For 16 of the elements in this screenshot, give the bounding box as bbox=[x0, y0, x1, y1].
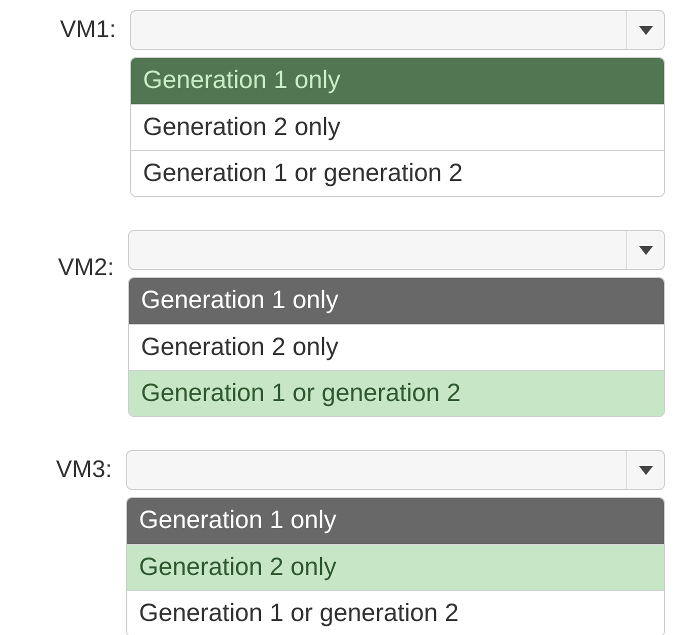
caret-icon bbox=[638, 26, 652, 34]
field-label: VM1: bbox=[60, 15, 118, 45]
field-label: VM3: bbox=[56, 455, 114, 485]
list-option[interactable]: Generation 1 or generation 2 bbox=[131, 150, 664, 196]
dropdown[interactable] bbox=[130, 10, 665, 50]
list-header[interactable]: Generation 1 only bbox=[129, 278, 664, 324]
caret-icon bbox=[638, 246, 652, 254]
list-header[interactable]: Generation 1 only bbox=[131, 58, 664, 104]
dropdown[interactable] bbox=[126, 450, 665, 490]
dropdown[interactable] bbox=[128, 230, 665, 270]
list-option[interactable]: Generation 1 or generation 2 bbox=[127, 590, 664, 635]
list-option[interactable]: Generation 1 or generation 2 bbox=[129, 370, 664, 416]
list-header[interactable]: Generation 1 only bbox=[127, 498, 664, 544]
field-label: VM2: bbox=[58, 253, 116, 283]
caret-icon bbox=[638, 466, 652, 474]
list-option[interactable]: Generation 2 only bbox=[127, 544, 664, 590]
